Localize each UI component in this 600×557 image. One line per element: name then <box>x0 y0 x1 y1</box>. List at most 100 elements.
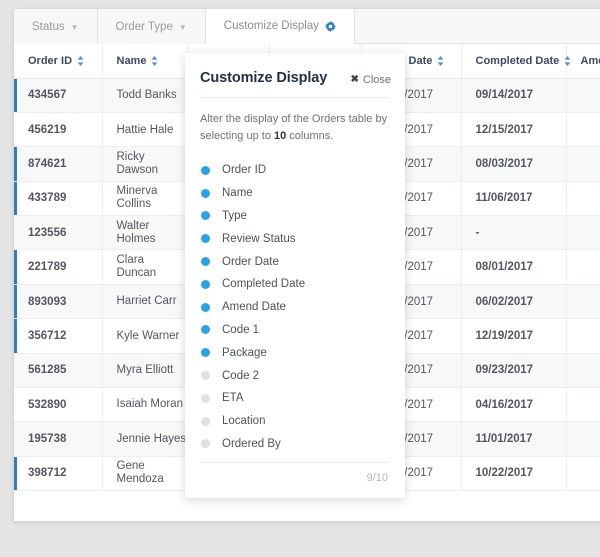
column-option-label: Code 2 <box>222 370 259 382</box>
modal-description-limit: 10 <box>274 130 286 142</box>
cell-name-text: Ricky Dawson <box>117 151 187 177</box>
column-option-label: Package <box>222 347 267 359</box>
option-selected-icon[interactable] <box>201 303 210 312</box>
orders-panel: Status▼Order Type▼Customize Display Orde… <box>14 9 600 521</box>
column-option-label: Review Status <box>222 233 296 245</box>
sort-toggle-icon[interactable] <box>437 56 444 66</box>
cell-completed-date: 12/19/2017 <box>461 319 566 353</box>
cell-name-text: Clara Duncan <box>117 254 187 280</box>
cell-amend-date <box>566 388 600 422</box>
cell-completed-date: 12/15/2017 <box>461 112 566 146</box>
column-option-label: Order ID <box>222 164 266 176</box>
cell-name: Walter Holmes <box>102 216 187 250</box>
cell-completed-date: 09/23/2017 <box>461 353 566 387</box>
column-option-eta[interactable]: ETA <box>201 387 405 410</box>
cell-name-text: Walter Holmes <box>117 220 187 246</box>
column-option-package[interactable]: Package <box>201 341 405 364</box>
tab-label: Status <box>32 21 65 33</box>
column-header-label: Amend Date <box>581 55 600 67</box>
option-selected-icon[interactable] <box>201 280 210 289</box>
column-option-order-id[interactable]: Order ID <box>201 159 405 182</box>
option-unselected-icon[interactable] <box>201 439 210 448</box>
cell-order-id[interactable]: 221789 <box>14 250 102 284</box>
column-header-order-id[interactable]: Order ID <box>14 44 102 78</box>
cell-name: Harriet Carr <box>102 284 187 318</box>
column-option-amend-date[interactable]: Amend Date <box>201 296 405 319</box>
cell-name: Jennie Hayes <box>102 422 187 456</box>
selection-counter: 9/10 <box>185 463 405 498</box>
filter-tab-bar: Status▼Order Type▼Customize Display <box>14 9 600 44</box>
column-header-label: Completed Date <box>476 55 560 67</box>
cell-name-text: Minerva Collins <box>117 185 187 211</box>
cell-amend-date <box>566 147 600 181</box>
column-option-review-status[interactable]: Review Status <box>201 227 405 250</box>
cell-name-text: Jennie Hayes <box>117 433 187 446</box>
cell-completed-date: 06/02/2017 <box>461 284 566 318</box>
cell-order-id[interactable]: 434567 <box>14 78 102 112</box>
column-header-name[interactable]: Name <box>102 44 187 78</box>
cell-order-id[interactable]: 561285 <box>14 353 102 387</box>
option-selected-icon[interactable] <box>201 234 210 243</box>
option-unselected-icon[interactable] <box>201 417 210 426</box>
column-option-code-1[interactable]: Code 1 <box>201 319 405 342</box>
cell-order-id[interactable]: 356712 <box>14 319 102 353</box>
cell-amend-date <box>566 216 600 250</box>
cell-name-text: Harriet Carr <box>117 295 187 308</box>
cell-completed-date: - <box>461 216 566 250</box>
column-option-label: ETA <box>222 392 244 404</box>
column-option-label: Type <box>222 210 247 222</box>
cell-completed-date: 08/03/2017 <box>461 147 566 181</box>
close-button[interactable]: ✖ Close <box>350 74 391 86</box>
tab-customize-display[interactable]: Customize Display <box>206 9 355 44</box>
cell-order-id[interactable]: 893093 <box>14 284 102 318</box>
column-option-location[interactable]: Location <box>201 410 405 433</box>
option-selected-icon[interactable] <box>201 166 210 175</box>
cell-order-id[interactable]: 195738 <box>14 422 102 456</box>
cell-completed-date: 11/06/2017 <box>461 181 566 215</box>
cell-name-text: Gene Mendoza <box>117 460 187 486</box>
cell-amend-date <box>566 112 600 146</box>
column-option-label: Order Date <box>222 256 279 268</box>
sort-toggle-icon[interactable] <box>564 56 571 66</box>
option-selected-icon[interactable] <box>201 211 210 220</box>
cell-amend-date <box>566 353 600 387</box>
option-selected-icon[interactable] <box>201 257 210 266</box>
option-unselected-icon[interactable] <box>201 394 210 403</box>
column-option-ordered-by[interactable]: Ordered By <box>201 433 405 456</box>
option-selected-icon[interactable] <box>201 189 210 198</box>
cell-name-text: Isaiah Moran <box>117 398 187 411</box>
cell-order-id[interactable]: 123556 <box>14 216 102 250</box>
cell-completed-date: 09/14/2017 <box>461 78 566 112</box>
cell-order-id[interactable]: 398712 <box>14 456 102 490</box>
cell-completed-date: 04/16/2017 <box>461 388 566 422</box>
modal-title: Customize Display <box>200 70 327 86</box>
column-options-list: Order ID Name Type Review Status Order Date C… <box>185 144 405 462</box>
column-option-completed-date[interactable]: Completed Date <box>201 273 405 296</box>
option-unselected-icon[interactable] <box>201 371 210 380</box>
sort-toggle-icon[interactable] <box>151 56 158 66</box>
sort-toggle-icon[interactable] <box>77 56 84 66</box>
close-button-label: Close <box>363 74 391 86</box>
gear-icon <box>325 21 336 32</box>
tab-status[interactable]: Status ▼ <box>14 9 98 44</box>
column-option-code-2[interactable]: Code 2 <box>201 364 405 387</box>
chevron-down-icon: ▼ <box>71 24 79 32</box>
chevron-down-icon: ▼ <box>179 24 187 32</box>
cell-amend-date <box>566 78 600 112</box>
cell-amend-date <box>566 181 600 215</box>
column-option-type[interactable]: Type <box>201 205 405 228</box>
column-option-order-date[interactable]: Order Date <box>201 250 405 273</box>
cell-order-id[interactable]: 456219 <box>14 112 102 146</box>
cell-order-id[interactable]: 874621 <box>14 147 102 181</box>
tab-order-type[interactable]: Order Type▼ <box>98 9 206 44</box>
cell-name: Gene Mendoza <box>102 456 187 490</box>
column-option-name[interactable]: Name <box>201 182 405 205</box>
column-header-completed-date[interactable]: Completed Date <box>461 44 566 78</box>
cell-order-id[interactable]: 433789 <box>14 181 102 215</box>
cell-order-id[interactable]: 532890 <box>14 388 102 422</box>
cell-amend-date <box>566 284 600 318</box>
customize-display-modal: Customize Display ✖ Close Alter the disp… <box>185 53 405 498</box>
modal-description: Alter the display of the Orders table by… <box>185 98 405 144</box>
option-selected-icon[interactable] <box>201 325 210 334</box>
option-selected-icon[interactable] <box>201 348 210 357</box>
